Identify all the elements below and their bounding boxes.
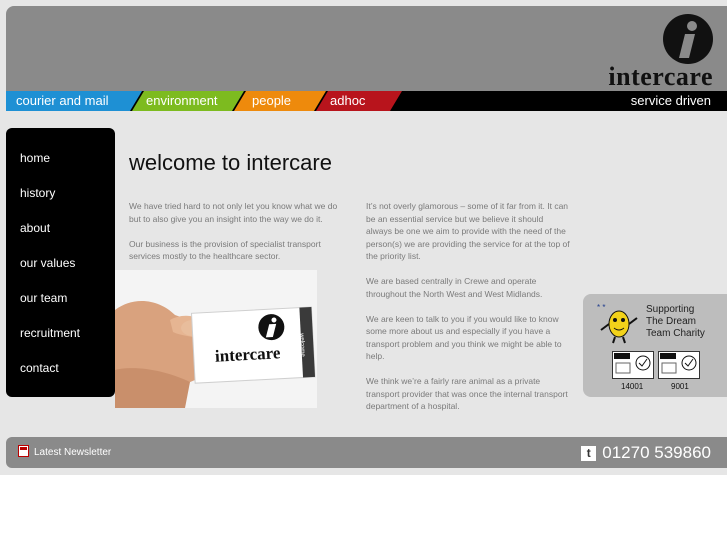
paragraph: It’s not overly glamorous – some of it f…	[366, 201, 570, 261]
paragraph: We are based centrally in Crewe and oper…	[366, 276, 543, 299]
nav-tab-people[interactable]: people	[234, 91, 326, 111]
intro-column-left: We have tried hard to not only let you k…	[129, 200, 349, 275]
nav-tab-adhoc[interactable]: adhoc	[316, 91, 402, 111]
paragraph: We have tried hard to not only let you k…	[129, 201, 338, 224]
newsletter-label: Latest Newsletter	[34, 447, 112, 458]
site-header: intercare courier and mail environment p…	[6, 6, 727, 111]
sidebar-item-our-team[interactable]: our team	[20, 291, 67, 305]
phone-number-text: 01270 539860	[602, 443, 711, 462]
charity-line: Supporting	[646, 304, 695, 315]
paragraph: Our business is the provision of special…	[129, 238, 321, 262]
intro-column-right: It’s not overly glamorous – some of it f…	[366, 200, 571, 425]
logo-wordmark: intercare	[608, 62, 713, 91]
charity-line: Team Charity	[646, 328, 705, 339]
site-footer: Latest Newsletter t 01270 539860	[6, 437, 727, 468]
main-nav: courier and mail environment people adho…	[6, 91, 727, 111]
sidebar-nav: home history about our values our team r…	[6, 128, 115, 397]
page-title: welcome to intercare	[129, 150, 332, 175]
tagline: service driven	[630, 93, 711, 108]
charity-text: Supporting The Dream Team Charity	[646, 304, 705, 340]
dream-team-mascot-icon: * *	[597, 303, 638, 344]
paragraph: We are keen to talk to you if you would …	[366, 313, 562, 362]
phone-number: t 01270 539860	[581, 442, 711, 464]
latest-newsletter-link[interactable]: Latest Newsletter	[18, 445, 111, 460]
intercare-logo[interactable]: intercare	[583, 14, 713, 94]
card-brand-text: intercare	[214, 343, 281, 366]
sidebar-item-home[interactable]: home	[20, 151, 50, 165]
sidebar-item-about[interactable]: about	[20, 221, 50, 235]
sidebar-item-contact[interactable]: contact	[20, 361, 59, 375]
nav-tab-courier-and-mail[interactable]: courier and mail	[6, 91, 142, 111]
charity-box[interactable]: * * Supporting The Dream Team Charity 14…	[583, 294, 727, 397]
telephone-icon: t	[581, 446, 597, 461]
iso-14001-label: 14001	[621, 382, 644, 391]
iso-14001-badge	[612, 351, 654, 379]
charity-line: The Dream	[646, 316, 697, 327]
newsletter-icon	[18, 445, 29, 457]
sidebar-item-our-values[interactable]: our values	[20, 256, 75, 270]
hand-holding-card-photo: intercare welcome	[115, 270, 317, 408]
iso-9001-label: 9001	[671, 382, 689, 391]
svg-text:* *: * *	[597, 303, 605, 312]
card-side-text: welcome	[298, 333, 306, 357]
iso-9001-badge	[658, 351, 700, 379]
logo-mark-icon	[663, 14, 713, 64]
sidebar-item-recruitment[interactable]: recruitment	[20, 326, 80, 340]
nav-tab-environment[interactable]: environment	[132, 91, 244, 111]
sidebar-item-history[interactable]: history	[20, 186, 55, 200]
paragraph: We think we’re a fairly rare animal as a…	[366, 376, 568, 411]
